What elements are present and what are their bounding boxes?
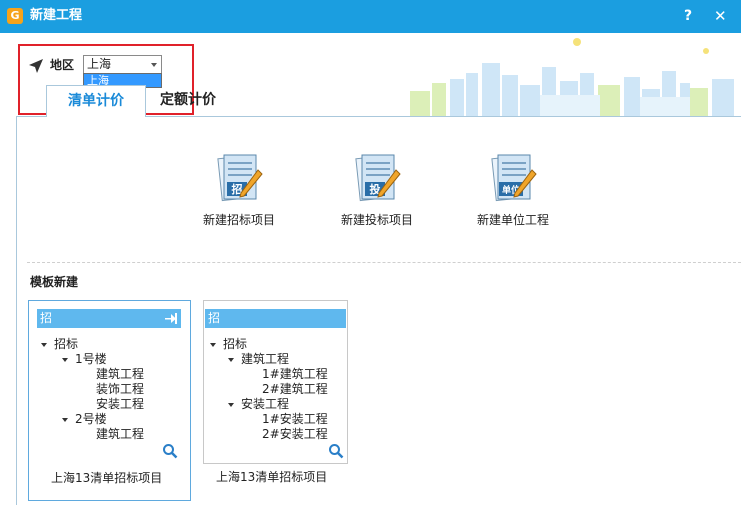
- title-bar: G 新建工程 ? ✕: [0, 0, 741, 33]
- caret-down-icon: [228, 402, 234, 407]
- section-divider: [27, 262, 741, 263]
- caret-down-icon: [210, 342, 216, 347]
- zoom-icon[interactable]: [162, 443, 178, 459]
- document-pencil-icon: 单位: [491, 154, 537, 202]
- window-title: 新建工程: [30, 8, 83, 23]
- template-card[interactable]: 招 招标 建筑工程 1#建筑工程 2#建筑工程 安装工程 1#安装工程 2#安装…: [203, 300, 348, 464]
- action-label: 新建单位工程: [476, 213, 549, 227]
- template-card-header-label: 招: [208, 311, 221, 325]
- tree-node[interactable]: 装饰工程: [96, 382, 144, 397]
- tree-node[interactable]: 1#安装工程: [262, 412, 328, 427]
- tree-node[interactable]: 招标: [210, 337, 247, 352]
- app-logo-icon: G: [7, 8, 23, 24]
- document-pencil-icon: 投: [355, 154, 401, 202]
- action-label: 新建招标项目: [202, 213, 275, 227]
- template-card-caption: 上海13清单招标项目: [51, 471, 163, 485]
- template-section-title: 模板新建: [30, 275, 79, 289]
- tree-node[interactable]: 安装工程: [228, 397, 289, 412]
- new-tender-project-button[interactable]: 招 新建招标项目: [196, 152, 282, 228]
- new-bid-project-button[interactable]: 投 新建投标项目: [334, 152, 420, 228]
- tab-quota-pricing[interactable]: 定额计价: [160, 91, 216, 109]
- template-card-header: 招: [205, 309, 346, 328]
- tab-list-pricing[interactable]: 清单计价: [46, 85, 146, 117]
- tree-node[interactable]: 安装工程: [96, 397, 144, 412]
- caret-down-icon: [62, 417, 68, 422]
- help-button[interactable]: ?: [684, 7, 692, 25]
- caret-down-icon: [41, 342, 47, 347]
- tree-node[interactable]: 1#建筑工程: [262, 367, 328, 382]
- tree-node[interactable]: 2号楼: [62, 412, 107, 427]
- template-card-header: 招: [37, 309, 181, 328]
- close-button[interactable]: ✕: [714, 7, 727, 25]
- template-card-caption: 上海13清单招标项目: [216, 470, 328, 484]
- action-label: 新建投标项目: [340, 213, 413, 227]
- tree-node[interactable]: 2#建筑工程: [262, 382, 328, 397]
- template-card-header-label: 招: [40, 311, 53, 325]
- tree-node[interactable]: 招标: [41, 337, 78, 352]
- tree-node[interactable]: 建筑工程: [228, 352, 289, 367]
- pin-icon[interactable]: [165, 313, 177, 324]
- tree-node[interactable]: 建筑工程: [96, 427, 144, 442]
- caret-down-icon: [62, 357, 68, 362]
- zoom-icon[interactable]: [328, 443, 344, 459]
- caret-down-icon: [228, 357, 234, 362]
- tree-node[interactable]: 2#安装工程: [262, 427, 328, 442]
- tree-node[interactable]: 建筑工程: [96, 367, 144, 382]
- template-card[interactable]: 招 招标 1号楼 建筑工程 装饰工程 安装工程 2号楼 建筑工程 上海13清单招…: [28, 300, 191, 501]
- document-pencil-icon: 招: [217, 154, 263, 202]
- tree-node[interactable]: 1号楼: [62, 352, 107, 367]
- new-unit-project-button[interactable]: 单位 新建单位工程: [470, 152, 556, 228]
